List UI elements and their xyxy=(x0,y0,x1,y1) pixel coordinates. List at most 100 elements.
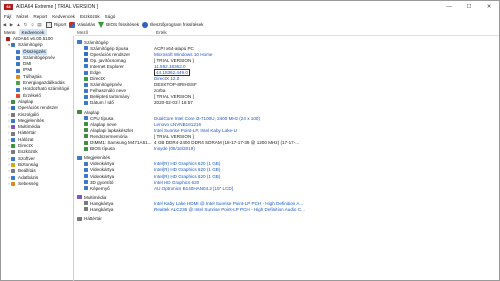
chart-icon[interactable]: ▤ xyxy=(36,21,43,28)
purchase-icon xyxy=(69,21,76,28)
menu-file[interactable]: Fájl xyxy=(4,14,11,19)
driver-updates-button[interactable]: Illesztőprogram frissítések xyxy=(142,21,203,28)
tree-node-icon xyxy=(6,37,10,42)
tree-node-icon xyxy=(11,144,15,149)
tree-node-icon xyxy=(16,81,20,86)
detail-field-label: Alaplap neve xyxy=(90,121,117,127)
field-icon xyxy=(84,167,88,172)
detail-field-label: 3D gyorsító xyxy=(90,179,114,185)
menu-report[interactable]: Report xyxy=(33,14,47,19)
menu-view[interactable]: Nézet xyxy=(16,14,28,19)
detail-value-link[interactable]: Microsoft Windows 10 Home xyxy=(154,52,212,57)
detail-value-link[interactable]: Intel(R) HD Graphics 620 (1 GB) xyxy=(154,161,220,166)
detail-value-link[interactable]: Intel(R) HD Graphics 620 (1 GB) xyxy=(154,174,220,179)
menu-bar: Fájl Nézet Report Kedvencek Eszközök Súg… xyxy=(1,13,499,20)
field-icon xyxy=(84,58,88,63)
minimize-button[interactable]: — xyxy=(439,1,459,13)
section-icon xyxy=(77,155,82,160)
tree-node-icon xyxy=(16,87,20,92)
section-icon xyxy=(77,195,82,200)
back-icon[interactable]: ◀ xyxy=(1,21,8,28)
detail-value: [ TRIAL VERSION ] xyxy=(154,133,194,139)
detail-field-label: Felhasználó neve xyxy=(90,88,127,94)
detail-field: Alaplap neve xyxy=(75,122,154,127)
field-icon xyxy=(84,82,88,87)
detail-value-link[interactable]: DirectX 12.0 xyxy=(154,76,179,81)
tree-node-icon xyxy=(11,106,15,111)
field-icon xyxy=(84,201,88,206)
user-icon[interactable]: ☺ xyxy=(29,21,36,28)
menu-favorites[interactable]: Kedvencek xyxy=(52,14,75,19)
app-logo-icon: 64 xyxy=(4,4,13,10)
detail-value-link[interactable]: AU Optronics B140HAN04.2 [15" LCD] xyxy=(154,186,233,191)
detail-value: DESKTOP-8RIHSSF xyxy=(154,82,197,88)
search-icon xyxy=(142,21,149,28)
detail-value-link[interactable]: Insyde (05/16/2019) xyxy=(154,146,195,151)
column-header-value[interactable]: Érték xyxy=(154,30,167,35)
detail-field-label: Hangkártya xyxy=(90,200,114,206)
column-header-field[interactable]: Mező xyxy=(75,30,154,35)
purchase-button[interactable]: Vásárlás xyxy=(69,21,95,28)
detail-value-link[interactable]: Realtek ALC236 @ Intel Sunrise Point-LP … xyxy=(154,207,305,212)
tree-node-icon xyxy=(11,156,15,161)
toolbar: ◀ ▶ ▲ ↻ ☺ ▤ Riport Vásárlás BIOS frissít… xyxy=(1,20,499,29)
detail-field: Felhasználó neve xyxy=(75,88,154,93)
detail-value-link[interactable]: DualCore Intel Core i3-7100U, 2400 MHz (… xyxy=(154,116,260,121)
left-tabs: Menü Kedvencek xyxy=(1,29,74,36)
tree-node-icon xyxy=(16,49,20,54)
detail-field-label: Operációs rendszer xyxy=(90,51,131,57)
detail-field: Videokártya xyxy=(75,174,154,179)
detail-field: Számítógép típusa xyxy=(75,46,154,51)
details-rows: Számítógép Számítógép típusa ACPI x64-alap… xyxy=(75,36,499,222)
detail-field-label: Videokártya xyxy=(90,161,115,167)
detail-field-label: CPU típusa xyxy=(90,115,114,121)
field-icon xyxy=(84,64,88,69)
detail-value-link[interactable]: Intel Kaby Lake HDMI @ Intel Sunrise Poi… xyxy=(154,201,303,206)
detail-field: BIOS típusa xyxy=(75,146,154,151)
detail-value: zorba xyxy=(154,88,166,94)
tree-node-icon xyxy=(11,131,15,136)
tree-item-label: Sebesség xyxy=(18,180,39,186)
tab-favorites[interactable]: Kedvencek xyxy=(18,29,48,36)
field-icon xyxy=(84,76,88,81)
detail-field-label: Videokártya xyxy=(90,173,115,179)
forward-icon[interactable]: ▶ xyxy=(8,21,15,28)
bios-updates-label: BIOS frissítések xyxy=(106,22,140,27)
field-icon xyxy=(84,94,88,99)
section-title: Megjelenítés xyxy=(84,155,111,161)
detail-field: Számítógépnév xyxy=(75,82,154,87)
detail-field: Operációs rendszer xyxy=(75,52,154,57)
detail-field-label: Edge xyxy=(90,70,101,76)
report-button[interactable]: Riport xyxy=(46,21,66,28)
detail-field: Hangkártya xyxy=(75,207,154,212)
tree-node-icon xyxy=(11,119,15,123)
field-icon xyxy=(84,128,88,133)
tree-item[interactable]: › Sebesség xyxy=(1,181,73,187)
navigation-tree[interactable]: AIDA64 v6.00.5100 ▾ Számítógép Összegzés Szá… xyxy=(1,36,74,281)
up-icon[interactable]: ▲ xyxy=(15,21,22,28)
maximize-button[interactable]: ☐ xyxy=(459,1,479,13)
menu-help[interactable]: Súgó xyxy=(105,14,116,19)
window-controls: — ☐ ✕ xyxy=(439,1,499,13)
report-icon xyxy=(46,21,52,28)
bios-updates-button[interactable]: BIOS frissítések xyxy=(98,21,140,28)
detail-field-label: Képernyő xyxy=(90,185,110,191)
detail-value-link[interactable]: Intel(R) HD Graphics 620 (1 GB) xyxy=(154,167,220,172)
close-button[interactable]: ✕ xyxy=(479,1,499,13)
tree-node-icon xyxy=(11,150,15,155)
field-icon xyxy=(84,88,88,93)
detail-value-link[interactable]: Intel HD Graphics 620 xyxy=(154,180,199,185)
field-icon xyxy=(84,116,88,121)
detail-value-link[interactable]: Lenovo LNVNB161216 xyxy=(154,122,201,127)
detail-value-link[interactable]: Intel Sunrise Point-LP, Intel Kaby Lake-… xyxy=(154,128,237,133)
tree-node-icon xyxy=(11,163,15,168)
refresh-icon[interactable]: ↻ xyxy=(22,21,29,28)
tree-node-icon xyxy=(11,100,15,105)
detail-field: 3D gyorsító xyxy=(75,180,154,185)
detail-value: 2020-02-03 / 16:57 xyxy=(154,100,193,106)
tab-menu[interactable]: Menü xyxy=(1,29,19,36)
tree-node-icon xyxy=(11,137,15,142)
detail-value-link[interactable]: 44.18362.449.0 xyxy=(154,69,190,77)
section-icon xyxy=(77,40,82,45)
menu-tools[interactable]: Eszközök xyxy=(80,14,100,19)
